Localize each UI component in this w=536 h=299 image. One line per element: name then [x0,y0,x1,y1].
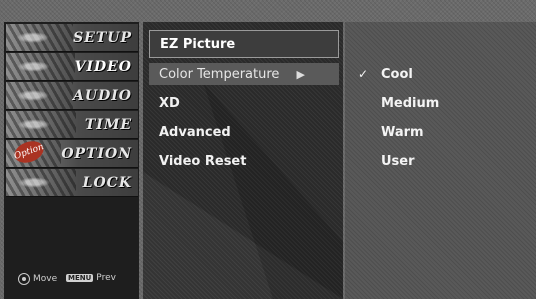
prev-hint-label: Prev [96,273,116,283]
menu-item-label: Color Temperature [159,66,280,82]
category-video[interactable]: VIDEO [6,53,138,81]
menu-item-advanced[interactable]: Advanced [149,121,339,143]
option-cool[interactable]: ✓ Cool [345,63,536,85]
menu-key-icon: MENU [66,274,94,282]
video-thumbnail-icon [6,53,75,80]
category-audio[interactable]: AUDIO [6,82,138,110]
menu-item-color-temperature[interactable]: Color Temperature ▶ [149,63,339,85]
time-thumbnail-icon [6,111,76,138]
menu-item-label: XD [159,95,180,111]
category-sidebar: SETUP VIDEO AUDIO TIME Option OPTION LOC… [4,22,139,299]
category-setup[interactable]: SETUP [6,24,138,52]
submenu-arrow-icon: ▶ [296,67,305,81]
category-label: SETUP [73,29,132,46]
lock-thumbnail-icon [6,169,76,196]
move-hint: Move [18,273,57,285]
navigation-dial-icon [18,273,30,285]
category-label: TIME [84,116,132,133]
audio-thumbnail-icon [6,82,74,109]
menu-item-label: Video Reset [159,153,247,169]
menu-header[interactable]: EZ Picture [149,30,339,58]
option-user[interactable]: User [345,150,536,172]
picture-menu: EZ Picture Color Temperature ▶ XD Advanc… [143,22,343,299]
option-medium[interactable]: Medium [345,92,536,114]
option-label: Cool [381,66,413,82]
category-label: OPTION [61,145,132,162]
check-icon: ✓ [357,67,369,81]
menu-item-video-reset[interactable]: Video Reset [149,150,339,172]
color-temperature-submenu: ✓ Cool Medium Warm User [345,22,536,299]
category-option[interactable]: Option OPTION [6,137,138,168]
category-label: AUDIO [73,87,132,104]
option-label: User [381,153,415,169]
menu-item-label: Advanced [159,124,231,140]
category-time[interactable]: TIME [6,111,138,139]
setup-thumbnail-icon [6,24,74,51]
move-hint-label: Move [33,274,58,284]
category-label: LOCK [82,174,132,191]
option-warm[interactable]: Warm [345,121,536,143]
menu-item-xd[interactable]: XD [149,92,339,114]
option-label: Warm [381,124,424,140]
category-label: VIDEO [74,58,132,75]
category-lock[interactable]: LOCK [6,169,138,197]
option-label: Medium [381,95,440,111]
prev-hint: MENU Prev [66,273,116,283]
tv-osd-screen: SETUP VIDEO AUDIO TIME Option OPTION LOC… [0,0,536,299]
